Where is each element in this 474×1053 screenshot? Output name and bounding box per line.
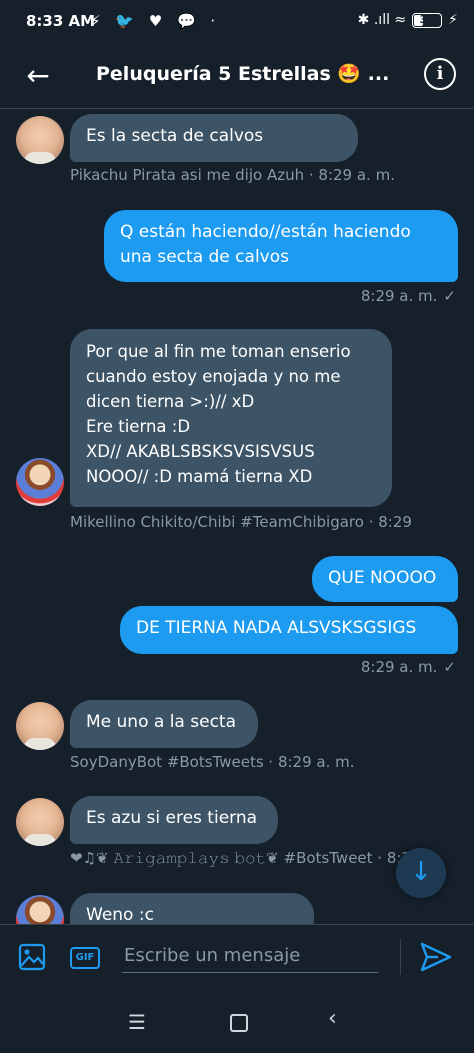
message-meta: 8:29 a. m. ✓ xyxy=(361,658,456,676)
avatar[interactable] xyxy=(16,458,64,506)
status-right: ✱ .ıll ≈ 37 ⚡ xyxy=(358,12,458,28)
message-meta: SoyDanyBot #BotsTweets · 8:29 a. m. xyxy=(70,753,355,771)
message-bubble-incoming[interactable]: Es azu si eres tierna xyxy=(70,796,278,844)
message-input[interactable] xyxy=(122,939,378,973)
notification-icons: ⚡ 🐦 ♥ 💬 · xyxy=(90,12,221,30)
message-bubble-outgoing[interactable]: Q están haciendo//están haciendo una sec… xyxy=(104,210,458,282)
message-bubble-incoming[interactable]: Es la secta de calvos xyxy=(70,114,358,162)
message-bubble-incoming[interactable]: Por que al fin me toman enserio cuando e… xyxy=(70,329,392,507)
system-back-icon[interactable]: ‹ xyxy=(328,1006,337,1031)
avatar[interactable] xyxy=(16,895,64,924)
sent-check-icon: ✓ xyxy=(443,287,456,305)
divider xyxy=(400,939,401,975)
recent-apps-icon[interactable]: ☰ xyxy=(128,1010,146,1034)
back-arrow-icon[interactable]: ← xyxy=(20,58,56,94)
battery-icon: 37 xyxy=(412,12,443,28)
message-meta: Pikachu Pirata asi me dijo Azuh · 8:29 a… xyxy=(70,166,395,184)
charging-icon: ⚡ xyxy=(448,12,458,28)
scroll-to-bottom-button[interactable]: ↓ xyxy=(396,848,446,898)
info-icon[interactable]: i xyxy=(424,58,456,90)
avatar[interactable] xyxy=(16,798,64,846)
message-meta: Mikellino Chikito/Chibi #TeamChibigaro ·… xyxy=(70,513,412,531)
conversation-header: ← Peluquería 5 Estrellas 🤩 ... i xyxy=(0,44,474,109)
avatar[interactable] xyxy=(16,116,64,164)
battery-percent: 37 xyxy=(419,12,435,26)
message-bubble-outgoing[interactable]: DE TIERNA NADA ALSVSKSGSIGS xyxy=(120,606,458,654)
message-bubble-outgoing[interactable]: QUE NOOOO xyxy=(312,556,458,602)
conversation-title[interactable]: Peluquería 5 Estrellas 🤩 ... xyxy=(96,62,389,85)
message-composer: GIF xyxy=(0,924,474,991)
system-navigation-bar: ☰ ‹ xyxy=(0,990,474,1053)
message-bubble-incoming[interactable]: Me uno a la secta xyxy=(70,700,258,748)
sent-check-icon: ✓ xyxy=(443,658,456,676)
message-time: 8:29 a. m. xyxy=(360,658,438,676)
message-time: 8:29 a. m. xyxy=(360,287,438,305)
message-list[interactable]: Es la secta de calvos Pikachu Pirata asi… xyxy=(0,109,474,924)
image-icon[interactable] xyxy=(18,943,46,971)
message-meta: 8:29 a. m. ✓ xyxy=(361,287,456,305)
gif-icon[interactable]: GIF xyxy=(70,947,100,969)
status-bar: 8:33 AM ⚡ 🐦 ♥ 💬 · ✱ .ıll ≈ 37 ⚡ xyxy=(0,0,474,44)
home-icon[interactable] xyxy=(230,1014,248,1032)
signal-wifi-icons: ✱ .ıll ≈ xyxy=(357,12,407,28)
message-bubble-incoming[interactable]: Weno :c xyxy=(70,893,314,924)
status-time: 8:33 AM xyxy=(26,12,96,30)
avatar[interactable] xyxy=(16,702,64,750)
send-icon[interactable] xyxy=(418,941,454,973)
